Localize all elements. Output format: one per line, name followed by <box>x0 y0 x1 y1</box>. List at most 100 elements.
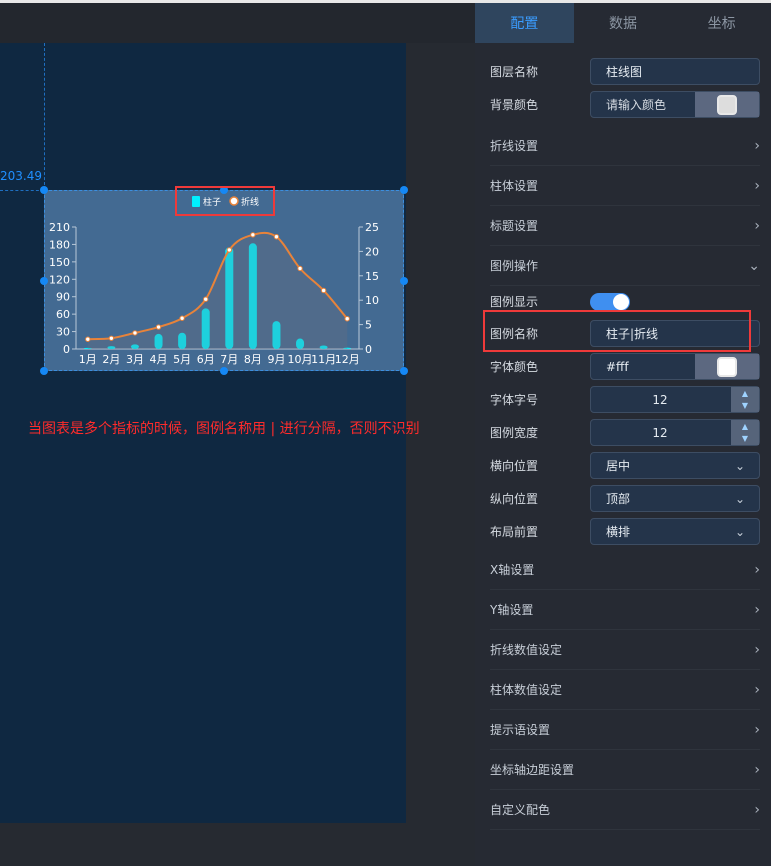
v-pos-label: 纵向位置 <box>490 492 539 506</box>
tab-data[interactable]: 数据 <box>574 3 673 43</box>
line-point-1月[interactable] <box>85 336 91 342</box>
y-left-tick-label: 210 <box>49 221 70 234</box>
section-line-settings[interactable]: 折线设置 › <box>490 126 760 166</box>
line-point-5月[interactable] <box>179 315 185 321</box>
resize-handle[interactable] <box>400 277 408 285</box>
decrement-icon[interactable]: ▼ <box>742 401 748 410</box>
layout-select[interactable]: 横排 ⌄ <box>590 518 760 545</box>
decrement-icon[interactable]: ▼ <box>742 434 748 443</box>
increment-icon[interactable]: ▲ <box>742 422 748 431</box>
layout-label: 布局前置 <box>490 525 539 539</box>
h-pos-label: 横向位置 <box>490 459 539 473</box>
x-tick-label: 11月 <box>311 353 336 366</box>
section-label: 自定义配色 <box>490 803 551 817</box>
resize-handle[interactable] <box>400 186 408 194</box>
section-4[interactable]: 提示语设置 › <box>490 710 760 750</box>
line-point-7月[interactable] <box>226 247 232 253</box>
section-bar-settings[interactable]: 柱体设置 › <box>490 166 760 206</box>
x-tick-label: 7月 <box>220 353 238 366</box>
section-label: 折线设置 <box>490 139 539 153</box>
section-legend-ops[interactable]: 图例操作 ⌄ <box>490 246 760 286</box>
chevron-right-icon: › <box>754 641 760 658</box>
chevron-right-icon: › <box>754 561 760 578</box>
y-right-tick-label: 20 <box>365 245 379 258</box>
bg-color-input[interactable]: 请输入颜色 <box>590 91 760 118</box>
legend-show-toggle[interactable] <box>590 292 630 311</box>
tab-config[interactable]: 配置 <box>475 3 574 43</box>
section-3[interactable]: 柱体数值设定 › <box>490 670 760 710</box>
x-tick-label: 10月 <box>288 353 313 366</box>
y-left-tick-label: 120 <box>49 273 70 286</box>
legend-highlight-box <box>175 186 275 216</box>
annotation-note: 当图表是多个指标的时候，图例名称用 | 进行分隔，否则不识别 <box>28 421 420 437</box>
bar-line-chart: 0 30 60 90 120 150 180 210 0 5 10 15 20 25 1月 2月 3月 4月 5月 6… <box>49 196 379 366</box>
line-point-2月[interactable] <box>108 335 115 341</box>
font-size-stepper[interactable]: 12 ▲ ▼ <box>590 386 760 413</box>
chevron-right-icon: › <box>754 801 760 818</box>
resize-handle[interactable] <box>220 367 228 375</box>
section-label: 折线数值设定 <box>490 643 563 657</box>
layout-value: 横排 <box>606 525 631 539</box>
legend-show-label: 图例显示 <box>490 295 539 309</box>
bg-color-placeholder: 请输入颜色 <box>606 98 667 112</box>
x-tick-label: 6月 <box>197 353 215 366</box>
y-right-tick-label: 25 <box>365 221 379 234</box>
y-left-tick-label: 180 <box>49 238 70 251</box>
x-tick-label: 12月 <box>335 353 360 366</box>
line-point-4月[interactable] <box>155 324 162 330</box>
chevron-down-icon: ⌄ <box>734 524 745 539</box>
y-right-tick-label: 15 <box>365 270 379 283</box>
color-picker-button[interactable] <box>695 354 759 379</box>
chevron-right-icon: › <box>754 177 760 194</box>
section-5[interactable]: 坐标轴边距设置 › <box>490 750 760 790</box>
chevron-right-icon: › <box>754 601 760 618</box>
line-point-12月[interactable] <box>344 316 350 322</box>
section-0[interactable]: X轴设置 › <box>490 550 760 590</box>
color-picker-button[interactable] <box>695 92 759 117</box>
y-right-tick-label: 5 <box>365 319 372 332</box>
section-title-settings[interactable]: 标题设置 › <box>490 206 760 246</box>
layer-name-label: 图层名称 <box>490 65 539 79</box>
x-tick-label: 2月 <box>102 353 120 366</box>
section-2[interactable]: 折线数值设定 › <box>490 630 760 670</box>
top-bar <box>0 0 475 43</box>
x-tick-label: 4月 <box>150 353 168 366</box>
line-point-11月[interactable] <box>320 287 327 294</box>
font-color-value: #fff <box>606 359 629 374</box>
y-left-tick-label: 60 <box>56 308 70 321</box>
x-tick-label: 3月 <box>126 353 144 366</box>
legend-width-value: 12 <box>652 425 668 440</box>
line-point-3月[interactable] <box>132 330 138 336</box>
section-1[interactable]: Y轴设置 › <box>490 590 760 630</box>
line-point-10月[interactable] <box>297 265 303 272</box>
y-left-tick-label: 0 <box>63 343 70 356</box>
section-label: 标题设置 <box>490 219 539 233</box>
y-left-tick-label: 150 <box>49 256 70 269</box>
tab-coords[interactable]: 坐标 <box>672 3 771 43</box>
line-area <box>87 232 348 349</box>
layer-name-input[interactable]: 柱线图 <box>590 58 760 85</box>
guide-line-horizontal <box>0 190 44 191</box>
line-point-6月[interactable] <box>203 296 209 302</box>
h-pos-select[interactable]: 居中 ⌄ <box>590 452 760 479</box>
legend-width-stepper[interactable]: 12 ▲ ▼ <box>590 419 760 446</box>
resize-handle[interactable] <box>40 277 48 285</box>
v-pos-select[interactable]: 顶部 ⌄ <box>590 485 760 512</box>
chevron-right-icon: › <box>754 681 760 698</box>
h-pos-value: 居中 <box>606 459 631 473</box>
chevron-right-icon: › <box>754 761 760 778</box>
line-point-9月[interactable] <box>273 234 280 240</box>
increment-icon[interactable]: ▲ <box>742 389 748 398</box>
section-6[interactable]: 自定义配色 › <box>490 790 760 830</box>
resize-handle[interactable] <box>40 186 48 194</box>
line-point-8月[interactable] <box>250 232 256 238</box>
section-label: 提示语设置 <box>490 723 551 737</box>
font-color-input[interactable]: #fff <box>590 353 760 380</box>
resize-handle[interactable] <box>40 367 48 375</box>
y-left-tick-label: 90 <box>56 291 70 304</box>
font-color-label: 字体颜色 <box>490 360 539 374</box>
section-label: Y轴设置 <box>490 603 534 617</box>
resize-handle[interactable] <box>400 367 408 375</box>
config-panel: 配置 数据 坐标 图层名称 柱线图 背景颜色 请输入颜色 折线设置 › 柱体设置 ›… <box>475 0 771 866</box>
chart-component[interactable]: 0 30 60 90 120 150 180 210 0 5 10 15 20 25 1月 2月 3月 4月 5月 6… <box>44 190 404 371</box>
